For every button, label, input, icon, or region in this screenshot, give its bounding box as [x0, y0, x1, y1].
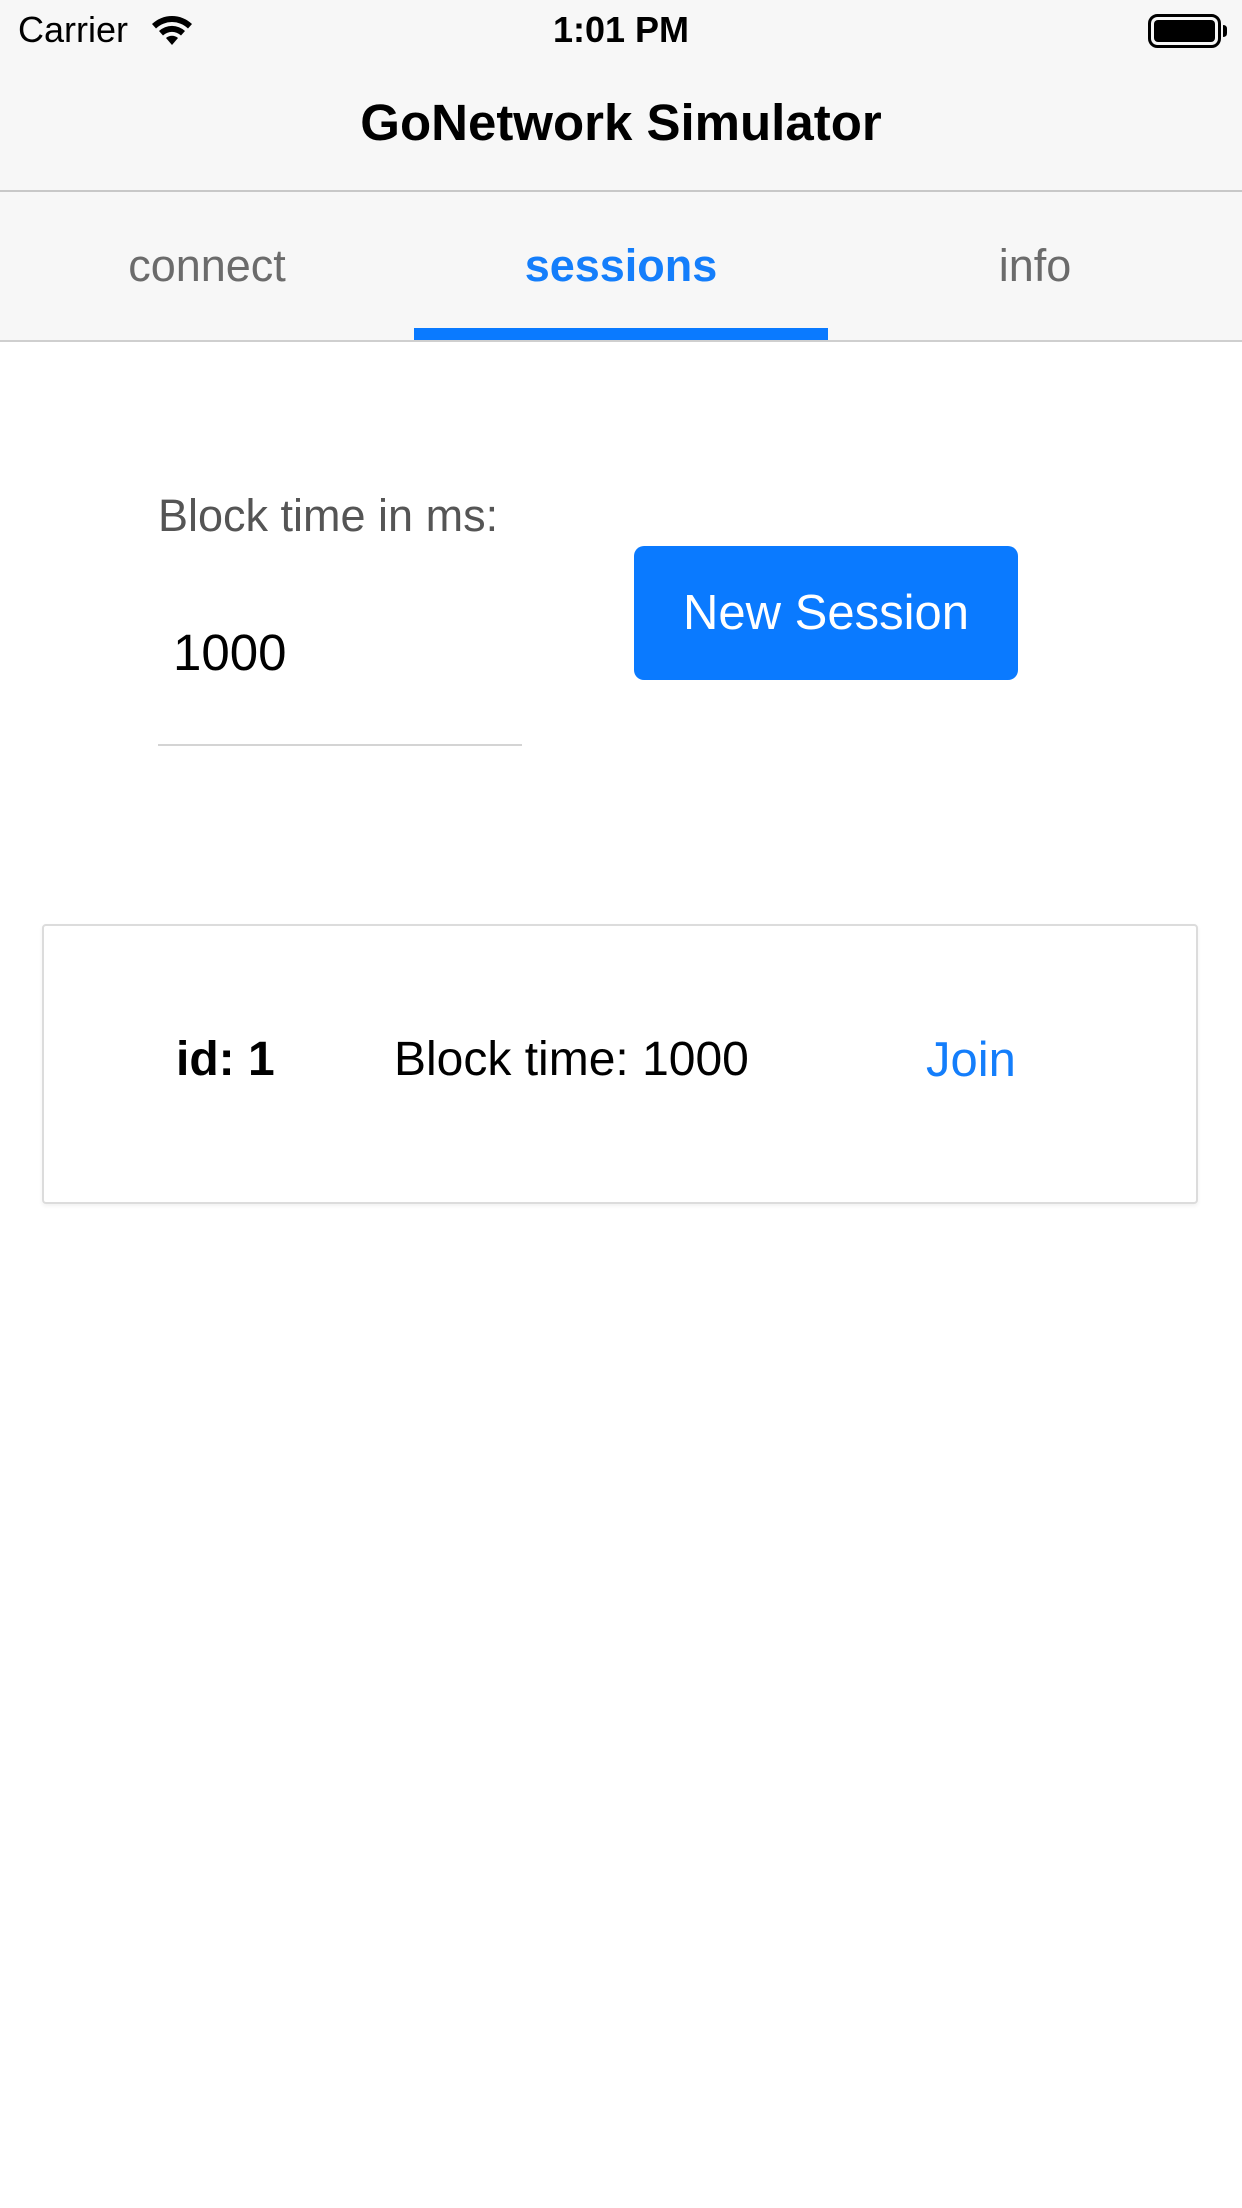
status-time: 1:01 PM — [552, 9, 690, 50]
tabs-divider — [0, 340, 1242, 342]
tab-connect[interactable]: connect — [0, 192, 414, 340]
session-id: id: 1 — [176, 1033, 275, 1086]
block-time-input[interactable] — [158, 596, 522, 746]
sessions-screen: Carrier 1:01 PM GoNetwork Simulator conn… — [0, 0, 1242, 2208]
active-tab-indicator — [414, 328, 828, 340]
block-time-label: Block time in ms: — [158, 490, 499, 541]
session-block-time: Block time: 1000 — [394, 1033, 749, 1086]
tab-info[interactable]: info — [828, 192, 1242, 340]
tab-sessions[interactable]: sessions — [414, 192, 828, 340]
new-session-button[interactable]: New Session — [634, 546, 1018, 680]
page-title: GoNetwork Simulator — [360, 94, 882, 151]
session-card: id: 1 Block time: 1000 Join — [42, 924, 1198, 1204]
header-area: Carrier 1:01 PM GoNetwork Simulator conn… — [0, 0, 1242, 340]
status-bar: Carrier 1:01 PM — [0, 0, 1242, 60]
join-button[interactable]: Join — [926, 1030, 1016, 1090]
battery-icon — [1148, 14, 1227, 48]
